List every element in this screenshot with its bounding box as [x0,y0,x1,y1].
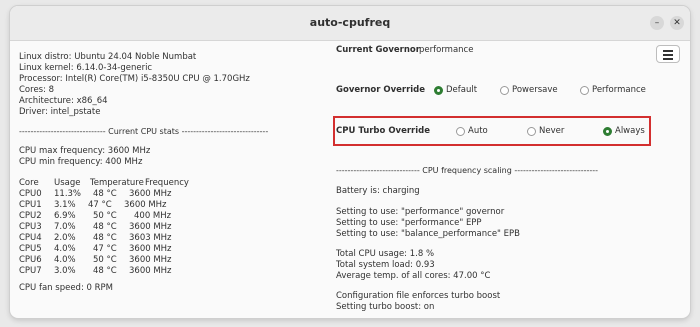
current-governor-value: performance [419,45,474,55]
header-frequency: Frequency [145,178,189,188]
title-bar[interactable]: auto-cpufreq – ✕ [10,6,690,41]
governor-default-radio[interactable] [434,86,443,95]
cell-frequency: 3600 MHz [129,222,172,232]
main-content: Linux distro: Ubuntu 24.04 Noble Numbat … [10,41,690,318]
governor-powersave-radio[interactable] [500,86,509,95]
setting-epb: Setting to use: "balance_performance" EP… [336,229,520,239]
cell-frequency: 3600 MHz [129,244,172,254]
cell-core: CPU5 [19,244,42,254]
cell-temperature: 48 °C [93,189,117,199]
header-usage: Usage [54,178,81,188]
cell-temperature: 47 °C [93,244,117,254]
cpu-stats-header: ------------------------------ Current C… [19,127,269,136]
turbo-never-radio[interactable] [527,127,536,136]
governor-powersave-label[interactable]: Powersave [512,85,558,96]
governor-default-label[interactable]: Default [446,85,477,96]
cell-core: CPU6 [19,255,42,265]
cell-temperature: 47 °C [88,200,112,210]
cell-usage: 4.0% [54,244,76,254]
total-cpu-usage: Total CPU usage: 1.8 % [336,249,435,259]
cell-core: CPU4 [19,233,42,243]
cell-temperature: 50 °C [93,255,117,265]
processor-line: Processor: Intel(R) Core(TM) i5-8350U CP… [19,74,250,84]
hamburger-menu-icon[interactable] [656,45,680,63]
cpu-max-frequency: CPU max frequency: 3600 MHz [19,146,151,156]
turbo-always-label[interactable]: Always [615,126,645,137]
cell-core: CPU0 [19,189,42,199]
architecture-line: Architecture: x86_64 [19,96,108,106]
cell-frequency: 3600 MHz [129,255,172,265]
header-core: Core [19,178,39,188]
cell-temperature: 48 °C [93,233,117,243]
average-temperature: Average temp. of all cores: 47.00 °C [336,271,491,281]
cell-frequency: 3600 MHz [129,266,172,276]
total-system-load: Total system load: 0.93 [336,260,435,270]
cell-usage: 7.0% [54,222,76,232]
governor-override-label: Governor Override [336,85,426,95]
cpu-fan-speed: CPU fan speed: 0 RPM [19,283,113,293]
cell-usage: 2.0% [54,233,76,243]
cell-usage: 4.0% [54,255,76,265]
distro-line: Linux distro: Ubuntu 24.04 Noble Numbat [19,52,197,62]
setting-governor: Setting to use: "performance" governor [336,207,505,217]
cell-frequency: 3600 MHz [124,200,167,210]
turbo-always-radio[interactable] [603,127,612,136]
cell-usage: 6.9% [54,211,76,221]
cell-frequency: 3600 MHz [129,189,172,199]
minimize-icon[interactable]: – [650,16,664,30]
cell-core: CPU3 [19,222,42,232]
close-icon[interactable]: ✕ [670,16,684,30]
cell-frequency: 400 MHz [134,211,172,221]
driver-line: Driver: intel_pstate [19,107,101,117]
config-turbo-enforced: Configuration file enforces turbo boost [336,291,501,301]
app-window: auto-cpufreq – ✕ Linux distro: Ubuntu 24… [10,6,690,318]
governor-performance-label[interactable]: Performance [592,85,646,96]
header-temperature: Temperature [90,178,144,188]
setting-turbo-boost: Setting turbo boost: on [336,302,435,312]
turbo-never-label[interactable]: Never [539,126,564,137]
cell-frequency: 3603 MHz [129,233,172,243]
cell-usage: 11.3% [54,189,82,199]
window-title: auto-cpufreq [309,16,391,29]
cell-core: CPU2 [19,211,42,221]
turbo-override-label: CPU Turbo Override [336,126,430,136]
cores-line: Cores: 8 [19,85,55,95]
turbo-auto-radio[interactable] [456,127,465,136]
governor-performance-radio[interactable] [580,86,589,95]
turbo-auto-label[interactable]: Auto [468,126,488,137]
kernel-line: Linux kernel: 6.14.0-34-generic [19,63,153,73]
cell-temperature: 50 °C [93,211,117,221]
cell-usage: 3.0% [54,266,76,276]
cell-usage: 3.1% [54,200,76,210]
cpu-min-frequency: CPU min frequency: 400 MHz [19,157,143,167]
battery-status: Battery is: charging [336,186,420,196]
cell-core: CPU1 [19,200,42,210]
cell-temperature: 48 °C [93,266,117,276]
cell-core: CPU7 [19,266,42,276]
current-governor-label: Current Governor [336,45,420,55]
cell-temperature: 48 °C [93,222,117,232]
cpu-frequency-scaling-header: ----------------------------- CPU freque… [336,166,599,175]
setting-epp: Setting to use: "performance" EPP [336,218,482,228]
